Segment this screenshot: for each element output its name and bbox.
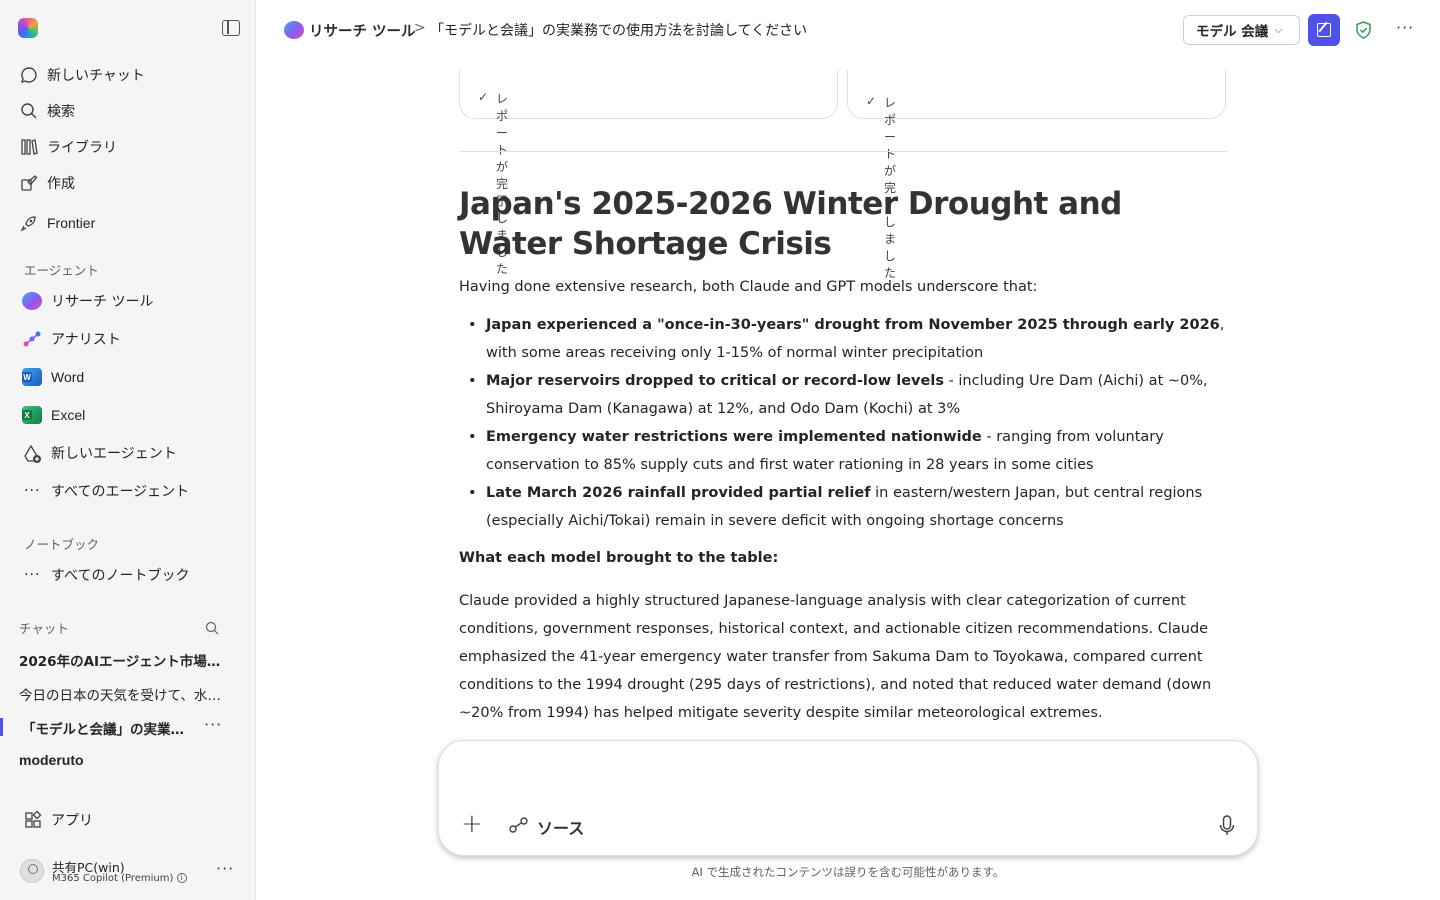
key-points-list: Japan experienced a "once-in-30-years" d… [468, 311, 1231, 535]
chat-search-icon[interactable] [205, 620, 219, 639]
sources-label[interactable]: ソース [537, 815, 584, 839]
chats-heading: チャット [19, 621, 69, 636]
model-council-button[interactable]: モデル 会議 ⌵ [1183, 15, 1300, 45]
breadcrumb-root[interactable]: リサーチ ツール [309, 20, 416, 41]
chat-icon [18, 66, 40, 84]
svg-text:W: W [23, 373, 31, 382]
chat-item[interactable]: 2026年のAIエージェント市場… [19, 650, 229, 670]
new-agent-icon [22, 444, 42, 463]
microphone-icon[interactable] [1219, 815, 1235, 837]
nav-new-chat[interactable]: 新しいチャット [18, 60, 145, 90]
nav-search[interactable]: 検索 [18, 96, 75, 126]
divider [459, 151, 1227, 152]
sources-icon[interactable] [509, 817, 529, 833]
create-icon [18, 174, 40, 192]
agent-new[interactable]: 新しいエージェント [22, 438, 177, 468]
library-icon [18, 138, 40, 156]
header: リサーチ ツール > 「モデルと会議」の実業務での使用方法を討論してください モ… [256, 0, 1440, 60]
new-chat-button[interactable] [1308, 14, 1340, 46]
nav-create[interactable]: 作成 [18, 168, 75, 198]
rocket-icon [18, 214, 40, 232]
chat-more-icon[interactable]: ··· [204, 715, 222, 734]
excel-icon: X [22, 406, 42, 424]
research-tool-icon [22, 292, 42, 310]
nav-label: 作成 [47, 176, 75, 192]
research-tool-icon [284, 21, 304, 39]
message-composer[interactable]: + ソース [438, 740, 1258, 856]
nav-label: ライブラリ [47, 140, 117, 156]
chevron-down-icon: ⌵ [1274, 23, 1283, 36]
copilot-logo-icon[interactable] [18, 18, 38, 38]
report-status: ✓ レポートが完了しました [866, 94, 897, 280]
report-card[interactable]: ✓ レポートが完了しました [459, 70, 838, 276]
nav-frontier[interactable]: Frontier [18, 208, 95, 238]
breadcrumb-separator: > [414, 20, 426, 36]
list-item: Late March 2026 rainfall provided partia… [468, 479, 1231, 535]
add-icon[interactable]: + [461, 811, 483, 837]
agent-label: Word [51, 369, 85, 385]
sidebar: 新しいチャット 検索 ライブラリ 作成 Frontier エージェント リサーチ… [0, 0, 256, 900]
list-item: Major reservoirs dropped to critical or … [468, 367, 1231, 423]
apps-icon [24, 811, 42, 829]
model-summary-paragraph: Claude provided a highly structured Japa… [459, 593, 1212, 721]
nav-label: Frontier [47, 215, 96, 231]
agent-label: 新しいエージェント [51, 446, 177, 462]
point-bold: Late March 2026 rainfall provided partia… [486, 485, 871, 501]
agent-excel[interactable]: X Excel [22, 400, 85, 430]
agent-label: アナリスト [51, 332, 121, 348]
nav-label: 新しいチャット [47, 68, 145, 84]
chat-item-active-label: 「モデルと会議」の実業… [22, 722, 184, 738]
ai-disclaimer: AI で生成されたコンテンツは誤りを含む可能性があります。 [691, 865, 1005, 879]
list-item: Japan experienced a "once-in-30-years" d… [468, 311, 1231, 367]
point-bold: Japan experienced a "once-in-30-years" d… [486, 317, 1220, 333]
more-options-icon[interactable]: ··· [1396, 18, 1414, 37]
agent-label: Excel [51, 407, 86, 423]
agent-research-tool[interactable]: リサーチ ツール [22, 286, 153, 316]
agent-all[interactable]: ··· すべてのエージェント [24, 476, 189, 506]
model-button-label: モデル 会議 [1196, 24, 1269, 40]
report-card[interactable]: ✓ レポートが完了しました [847, 70, 1226, 280]
notebook-label: すべてのノートブック [51, 568, 190, 584]
word-icon: W [22, 368, 42, 386]
report-status: ✓ レポートが完了しました [478, 90, 509, 276]
intro-text: Having done extensive research, both Cla… [459, 279, 1038, 295]
report-title: Japan's 2025-2026 Winter Drought and Wat… [459, 186, 1122, 262]
agent-word[interactable]: W Word [22, 362, 84, 392]
compose-icon [1317, 23, 1331, 37]
notebooks-all[interactable]: ··· すべてのノートブック [24, 560, 189, 590]
analyst-icon [22, 330, 42, 348]
nav-apps[interactable]: アプリ [24, 805, 93, 835]
more-icon: ··· [24, 483, 41, 499]
more-icon: ··· [24, 567, 41, 583]
agents-heading: エージェント [24, 263, 99, 278]
point-bold: Emergency water restrictions were implem… [486, 429, 982, 445]
nav-library[interactable]: ライブラリ [18, 132, 117, 162]
agent-analyst[interactable]: アナリスト [22, 324, 121, 354]
chat-item[interactable]: moderuto [19, 752, 229, 768]
nav-label: 検索 [47, 104, 75, 120]
collapse-sidebar-icon[interactable] [222, 20, 240, 36]
point-bold: Major reservoirs dropped to critical or … [486, 373, 944, 389]
agent-label: リサーチ ツール [51, 294, 154, 310]
chat-item[interactable]: 今日の日本の天気を受けて、水… [19, 684, 229, 704]
notebooks-heading: ノートブック [24, 537, 100, 552]
section-subheading: What each model brought to the table: [459, 550, 779, 566]
search-icon [18, 102, 40, 120]
breadcrumb-title: 「モデルと会議」の実業務での使用方法を討論してください [430, 23, 808, 39]
apps-label: アプリ [51, 813, 93, 829]
agent-label: すべてのエージェント [51, 484, 190, 500]
list-item: Emergency water restrictions were implem… [468, 423, 1231, 479]
svg-text:X: X [24, 411, 30, 420]
shield-check-icon[interactable] [1355, 21, 1372, 39]
